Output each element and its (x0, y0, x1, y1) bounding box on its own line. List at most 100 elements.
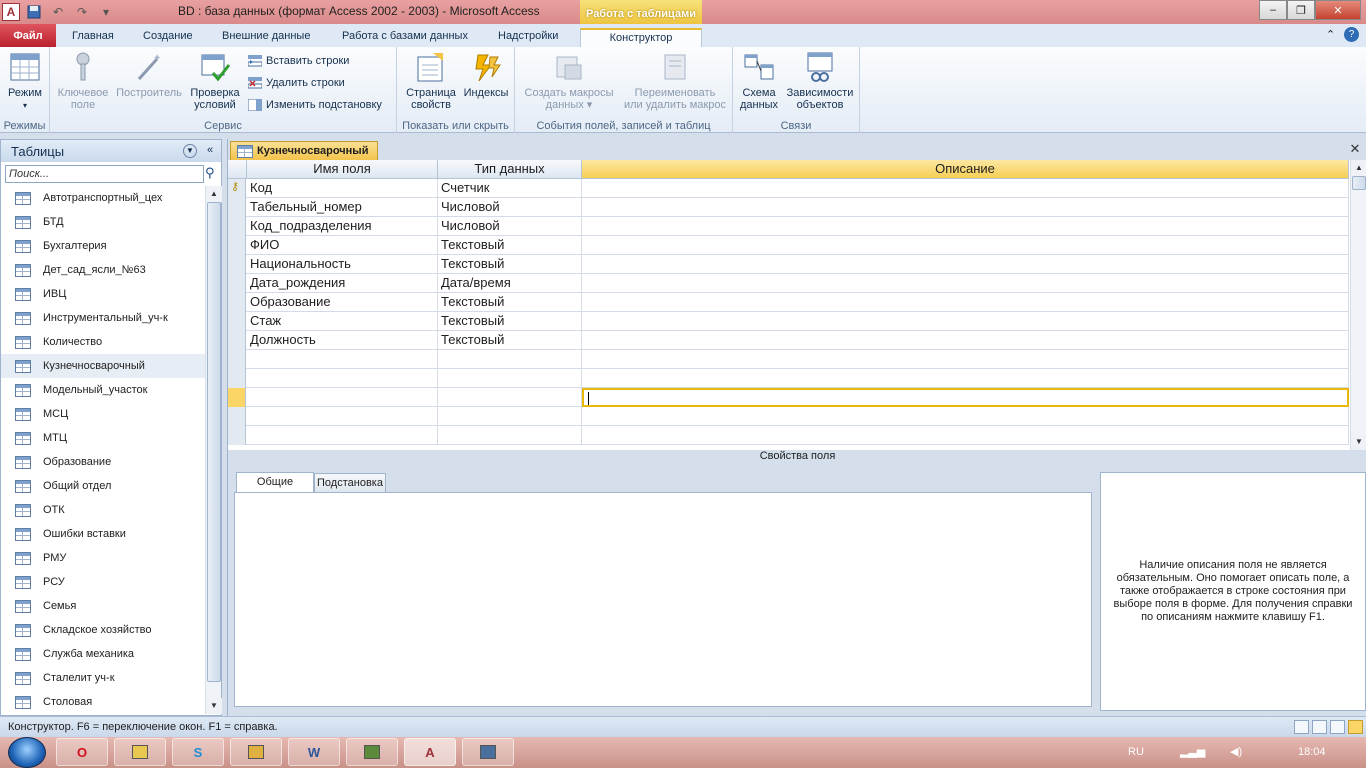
insert-rows-button[interactable]: Вставить строки (248, 52, 349, 70)
taskbar-paint-icon[interactable] (346, 738, 398, 766)
nav-table-item[interactable]: ИВЦ (1, 282, 205, 306)
field-name-cell[interactable]: Код (247, 179, 438, 198)
data-type-cell[interactable] (438, 388, 582, 407)
row-selector[interactable] (228, 236, 246, 255)
modify-lookups-button[interactable]: Изменить подстановку (248, 96, 382, 114)
grid-scrollbar[interactable]: ▲ ▼ (1350, 160, 1366, 450)
tab-lookup[interactable]: Подстановка (314, 473, 386, 492)
field-name-cell[interactable] (247, 388, 438, 407)
column-header-data-type[interactable]: Тип данных (438, 160, 582, 179)
nav-table-item[interactable]: Инструментальный_уч-к (1, 306, 205, 330)
taskbar-explorer-icon[interactable] (114, 738, 166, 766)
field-name-cell[interactable] (247, 350, 438, 369)
row-selector[interactable] (228, 274, 246, 293)
restore-button[interactable]: ❐ (1287, 0, 1315, 20)
table-row[interactable] (228, 426, 1349, 445)
object-dependencies-button[interactable]: Зависимости объектов (783, 51, 857, 111)
close-window-button[interactable]: ✕ (1315, 0, 1361, 20)
navigation-search-input[interactable]: Поиск... (5, 165, 204, 183)
nav-table-item[interactable]: Семья (1, 594, 205, 618)
property-sheet-button[interactable]: Страница свойств (401, 51, 461, 111)
navigation-pane-header[interactable]: Таблицы ▼ « (1, 140, 221, 162)
nav-table-item[interactable]: Бухгалтерия (1, 234, 205, 258)
table-row[interactable]: Должность Текстовый (228, 331, 1349, 350)
taskbar-access-icon[interactable]: A (404, 738, 456, 766)
row-selector[interactable]: ⚷ (228, 179, 246, 198)
volume-icon[interactable]: ◀) (1230, 737, 1242, 768)
field-name-cell[interactable] (247, 407, 438, 426)
row-selector[interactable] (228, 198, 246, 217)
relationships-button[interactable]: Схема данных (737, 51, 781, 111)
language-indicator[interactable]: RU (1128, 737, 1144, 768)
field-name-cell[interactable]: Образование (247, 293, 438, 312)
data-type-cell[interactable] (438, 407, 582, 426)
mode-button[interactable]: Режим ▾ (2, 51, 48, 112)
field-name-cell[interactable]: Код_подразделения (247, 217, 438, 236)
pivotchart-view-icon[interactable] (1330, 720, 1345, 734)
data-type-cell[interactable]: Текстовый (438, 236, 582, 255)
table-row[interactable] (228, 407, 1349, 426)
description-cell[interactable] (582, 293, 1349, 312)
row-selector[interactable] (228, 331, 246, 350)
nav-table-item[interactable]: Модельный_участок (1, 378, 205, 402)
nav-table-item[interactable]: Столовая (1, 690, 205, 714)
save-icon[interactable] (24, 2, 44, 22)
navigation-scrollbar[interactable]: ▲ ▼ (205, 186, 222, 714)
table-row[interactable]: Стаж Текстовый (228, 312, 1349, 331)
document-tab[interactable]: Кузнечносварочный (230, 141, 378, 160)
tab-general[interactable]: Общие (236, 472, 314, 493)
description-cell[interactable] (582, 255, 1349, 274)
data-type-cell[interactable] (438, 426, 582, 445)
tab-design[interactable]: Конструктор (580, 28, 702, 49)
description-cell[interactable] (582, 179, 1349, 198)
description-cell[interactable] (582, 236, 1349, 255)
tab-file[interactable]: Файл (0, 24, 56, 47)
grid-scroll-down-icon[interactable]: ▼ (1351, 434, 1366, 450)
tab-external-data[interactable]: Внешние данные (214, 28, 318, 48)
undo-icon[interactable]: ↶ (48, 2, 68, 22)
taskbar-window-icon[interactable] (462, 738, 514, 766)
clock[interactable]: 18:04 (1298, 737, 1326, 768)
nav-table-item[interactable]: РСУ (1, 570, 205, 594)
scroll-thumb[interactable] (207, 202, 221, 682)
nav-table-item[interactable]: Автотранспортный_цех (1, 186, 205, 210)
pivottable-view-icon[interactable] (1312, 720, 1327, 734)
collapse-pane-icon[interactable]: « (203, 144, 217, 158)
active-cell[interactable] (582, 388, 1349, 407)
primary-key-button[interactable]: Ключевое поле (54, 51, 112, 111)
data-type-cell[interactable] (438, 369, 582, 388)
scroll-up-icon[interactable]: ▲ (206, 186, 222, 202)
create-data-macros-button[interactable]: Создать макросы данных ▾ (519, 51, 619, 111)
nav-table-item[interactable]: Служба механика (1, 642, 205, 666)
ribbon-minimize-icon[interactable]: ⌃ (1326, 28, 1335, 41)
table-row[interactable]: Национальность Текстовый (228, 255, 1349, 274)
grid-scroll-thumb[interactable] (1352, 176, 1366, 190)
tab-add-ins[interactable]: Надстройки (490, 28, 566, 48)
table-row[interactable]: Табельный_номер Числовой (228, 198, 1349, 217)
nav-table-item[interactable]: БТД (1, 210, 205, 234)
table-row[interactable]: ФИО Текстовый (228, 236, 1349, 255)
description-cell[interactable] (582, 331, 1349, 350)
table-row[interactable]: ⚷ Код Счетчик (228, 179, 1349, 198)
redo-icon[interactable]: ↷ (72, 2, 92, 22)
indexes-button[interactable]: Индексы (461, 51, 511, 99)
nav-table-item[interactable]: МСЦ (1, 402, 205, 426)
nav-table-item[interactable]: МТЦ (1, 426, 205, 450)
taskbar-word-icon[interactable]: W (288, 738, 340, 766)
tab-create[interactable]: Создание (135, 28, 201, 48)
access-app-icon[interactable]: A (2, 3, 20, 21)
data-type-cell[interactable] (438, 350, 582, 369)
data-type-cell[interactable]: Счетчик (438, 179, 582, 198)
data-type-cell[interactable]: Числовой (438, 217, 582, 236)
data-type-cell[interactable]: Текстовый (438, 331, 582, 350)
data-type-cell[interactable]: Числовой (438, 198, 582, 217)
scroll-down-icon[interactable]: ▼ (206, 698, 222, 714)
nav-table-item[interactable]: Кузнечносварочный (1, 354, 205, 378)
field-name-cell[interactable]: Национальность (247, 255, 438, 274)
table-row[interactable] (228, 388, 1349, 407)
field-name-cell[interactable]: Стаж (247, 312, 438, 331)
test-validation-button[interactable]: Проверка условий (186, 51, 244, 111)
field-name-cell[interactable]: Должность (247, 331, 438, 350)
description-cell[interactable] (582, 312, 1349, 331)
field-name-cell[interactable] (247, 369, 438, 388)
